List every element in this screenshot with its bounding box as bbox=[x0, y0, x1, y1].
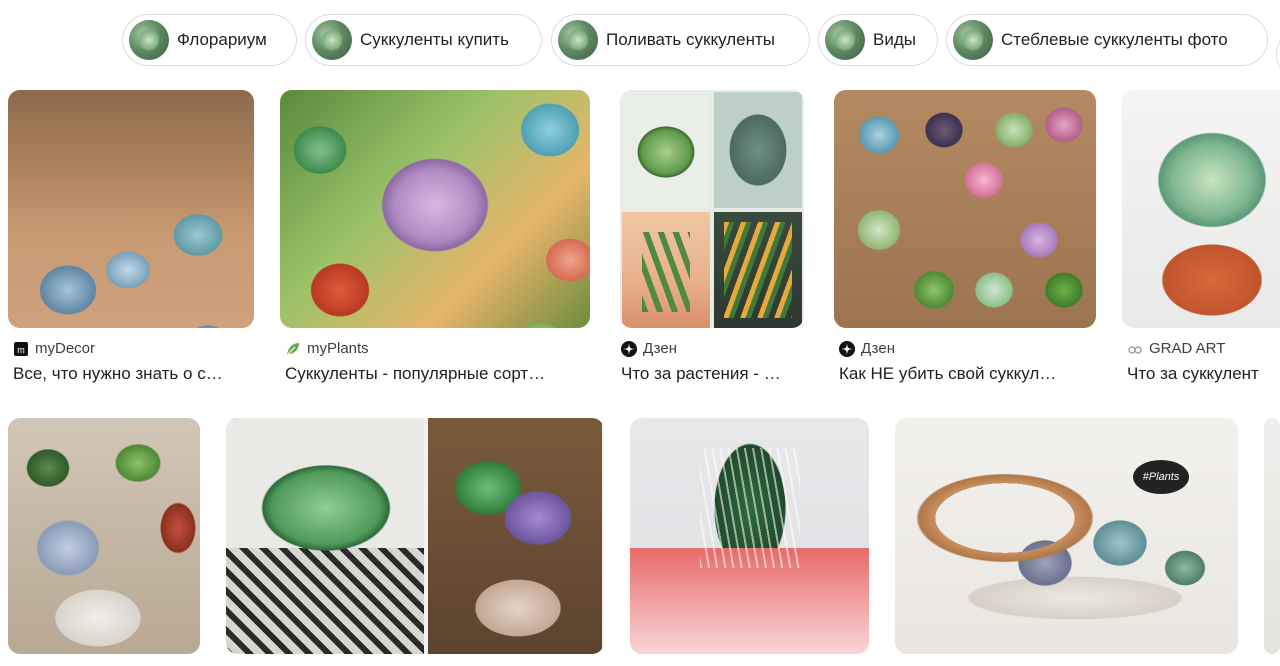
chip-thumbnail bbox=[312, 20, 352, 60]
result-source-name: myDecor bbox=[35, 340, 96, 357]
chip-buy-succulents[interactable]: Суккуленты купить bbox=[305, 14, 542, 66]
chip-thumbnail bbox=[953, 20, 993, 60]
chip-types[interactable]: Виды bbox=[818, 14, 938, 66]
image-panel bbox=[714, 92, 802, 208]
gradart-logo-icon bbox=[1127, 341, 1143, 357]
result-image[interactable] bbox=[834, 90, 1096, 328]
result-source-name: myPlants bbox=[307, 340, 369, 357]
chip-next-partial[interactable] bbox=[1276, 28, 1280, 80]
result-source[interactable]: Дзен bbox=[621, 340, 677, 357]
result-title[interactable]: Суккуленты - популярные сорт… bbox=[285, 364, 590, 384]
result-title[interactable]: Все, что нужно знать о с… bbox=[13, 364, 258, 384]
result-image[interactable]: #Plants bbox=[895, 418, 1238, 654]
chip-label: Поливать суккуленты bbox=[606, 30, 775, 49]
result-source[interactable]: Дзен bbox=[839, 340, 895, 357]
result-source-name: GRAD ART bbox=[1149, 340, 1226, 357]
result-title[interactable]: Как НЕ убить свой суккул… bbox=[839, 364, 1091, 384]
chip-thumbnail bbox=[825, 20, 865, 60]
chip-florarium[interactable]: Флорариум bbox=[122, 14, 297, 66]
chip-label: Виды bbox=[873, 30, 916, 49]
result-title[interactable]: Что за суккулент bbox=[1127, 364, 1280, 384]
svg-text:m: m bbox=[17, 345, 25, 355]
result-source-name: Дзен bbox=[861, 340, 895, 357]
result-source-name: Дзен bbox=[643, 340, 677, 357]
result-source[interactable]: GRAD ART bbox=[1127, 340, 1225, 357]
result-source[interactable]: myPlants bbox=[285, 340, 369, 357]
chip-water-succulents[interactable]: Поливать суккуленты bbox=[551, 14, 810, 66]
dzen-logo-icon bbox=[621, 340, 637, 357]
result-image[interactable] bbox=[630, 418, 869, 654]
result-image[interactable] bbox=[280, 90, 590, 328]
result-image[interactable] bbox=[226, 418, 604, 654]
result-source[interactable]: m myDecor bbox=[13, 340, 95, 357]
chip-label: Суккуленты купить bbox=[360, 30, 509, 49]
chip-thumbnail bbox=[558, 20, 598, 60]
dzen-logo-icon bbox=[839, 340, 855, 357]
result-image[interactable] bbox=[620, 90, 804, 328]
result-title[interactable]: Что за растения - … bbox=[621, 364, 805, 384]
leaf-icon bbox=[285, 341, 301, 357]
image-panel bbox=[622, 212, 710, 328]
result-image[interactable] bbox=[1122, 90, 1280, 328]
chip-thumbnail bbox=[129, 20, 169, 60]
result-image[interactable] bbox=[8, 90, 254, 328]
chip-stem-succulents-photo[interactable]: Стеблевые суккуленты фото bbox=[946, 14, 1268, 66]
image-panel bbox=[714, 212, 802, 328]
image-panel bbox=[226, 418, 424, 654]
chip-label: Стеблевые суккуленты фото bbox=[1001, 30, 1228, 49]
chip-label: Флорариум bbox=[177, 30, 267, 49]
mydecor-logo-icon: m bbox=[13, 341, 29, 357]
result-image[interactable] bbox=[8, 418, 200, 654]
result-image[interactable] bbox=[1264, 418, 1280, 654]
plants-sign: #Plants bbox=[1133, 460, 1189, 494]
image-panel bbox=[428, 418, 602, 654]
related-searches-bar: Флорариум Суккуленты купить Поливать сук… bbox=[0, 14, 1280, 80]
image-panel bbox=[622, 92, 710, 208]
